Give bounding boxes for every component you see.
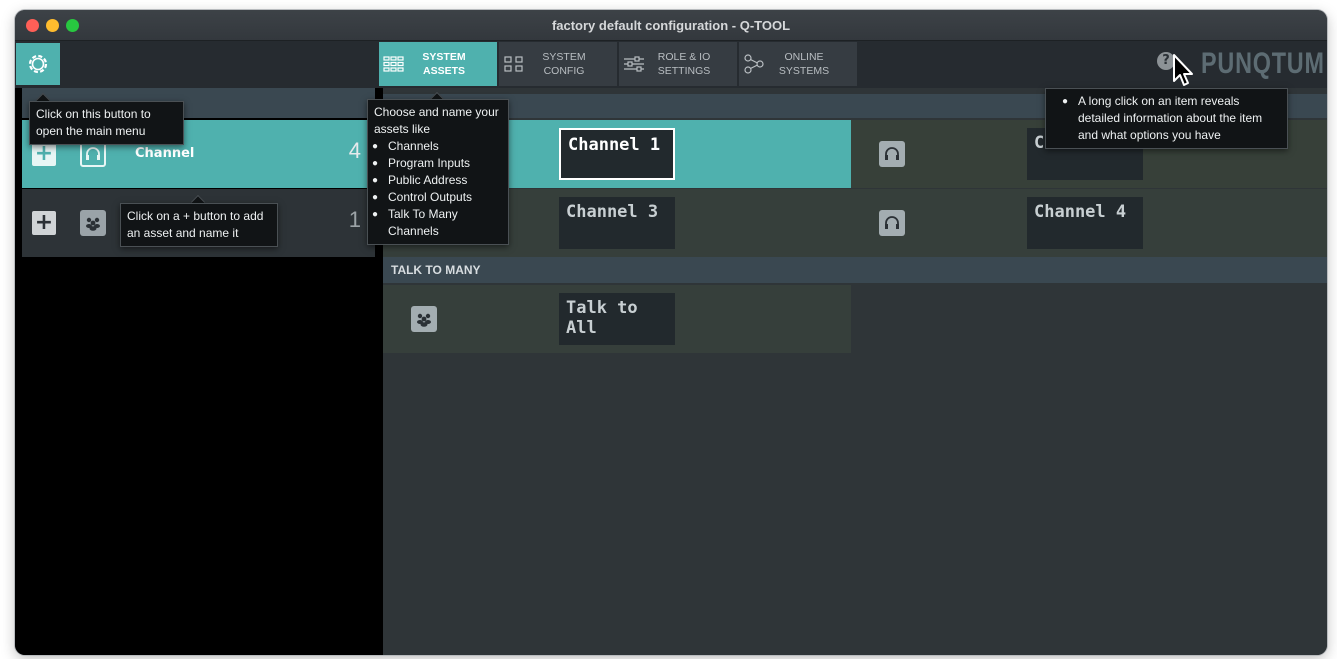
channel-name-box[interactable]: Channel 4 [1027, 197, 1143, 249]
window-title: factory default configuration - Q-TOOL [551, 18, 791, 33]
channel-cell-4[interactable]: Channel 4 [851, 189, 1327, 257]
list-item: Control Outputs [358, 189, 502, 206]
list-item: A long click on an item reveals detailed… [1048, 93, 1281, 144]
list-item: Channels [358, 138, 502, 155]
channel-name-box[interactable]: Channel 1 [559, 128, 675, 180]
list-item: Talk To Many Channels [358, 206, 502, 240]
add-channel-button[interactable]: + [32, 142, 56, 166]
main-menu-button[interactable] [16, 43, 60, 85]
group-icon [411, 306, 437, 332]
toolbar: SYSTEM ASSETS SYSTEM CONFIG ROLE & IO SETTI… [15, 41, 1327, 88]
headset-icon [879, 210, 905, 236]
list-item: Public Address [358, 172, 502, 189]
gear-icon [28, 54, 48, 74]
tab-system-config[interactable]: SYSTEM CONFIG [499, 42, 617, 86]
tab-role-io-settings[interactable]: ROLE & IO SETTINGS [619, 42, 737, 86]
talk-to-many-header: TALK TO MANY [383, 257, 1327, 283]
tab-label-line1: ROLE & IO [657, 51, 711, 63]
headset-icon [879, 141, 905, 167]
assets-panel: Channel 1 C Channel 3 Channel 4 TALK TO … [383, 88, 1327, 655]
talk-to-all-cell[interactable]: Talk to All [383, 285, 851, 353]
tab-label-line1: SYSTEM [422, 51, 466, 63]
mouse-cursor-icon [1173, 54, 1193, 86]
tab-label-line1: SYSTEM [542, 51, 586, 63]
main-menu-tooltip: Click on this button to open the main me… [29, 101, 184, 145]
title-bar: factory default configuration - Q-TOOL [15, 10, 1327, 41]
punqtum-logo: PUNQTUM [1201, 47, 1325, 80]
tooltip-text: Click on this button to open the main me… [36, 107, 151, 138]
talk-to-many-name-box[interactable]: Talk to All [559, 293, 675, 345]
tooltip-text: Choose and name your assets like [374, 105, 499, 136]
asset-types-list: Channels Program Inputs Public Address C… [358, 138, 502, 240]
tooltip-text: Click on a + button to add an asset and … [127, 209, 264, 240]
group-name: Channel [135, 146, 195, 161]
tab-label-line1: ONLINE [784, 51, 824, 63]
tab-label-line2: SYSTEMS [778, 65, 830, 77]
tab-label-line2: CONFIG [543, 65, 585, 77]
assets-intro-tooltip: Choose and name your assets like Channel… [367, 99, 509, 245]
list-item: Program Inputs [358, 155, 502, 172]
channel-name-box[interactable]: Channel 3 [559, 197, 675, 249]
tab-label-line2: SETTINGS [657, 65, 711, 77]
tab-label-line2: ASSETS [422, 65, 465, 77]
tab-system-assets[interactable]: SYSTEM ASSETS [379, 42, 497, 86]
add-talk-to-many-button[interactable]: + [32, 211, 56, 235]
tooltip-list: A long click on an item reveals detailed… [1048, 93, 1281, 144]
network-icon [744, 54, 764, 74]
modules-icon [504, 56, 523, 72]
group-icon [80, 210, 106, 236]
long-click-tooltip: A long click on an item reveals detailed… [1045, 88, 1288, 149]
tab-online-systems[interactable]: ONLINE SYSTEMS [739, 42, 857, 86]
asset-groups-panel: + Channel 4 + 1 [15, 88, 383, 655]
add-asset-tooltip: Click on a + button to add an asset and … [120, 203, 278, 247]
grid-icon [383, 56, 404, 72]
sliders-icon [624, 56, 644, 72]
